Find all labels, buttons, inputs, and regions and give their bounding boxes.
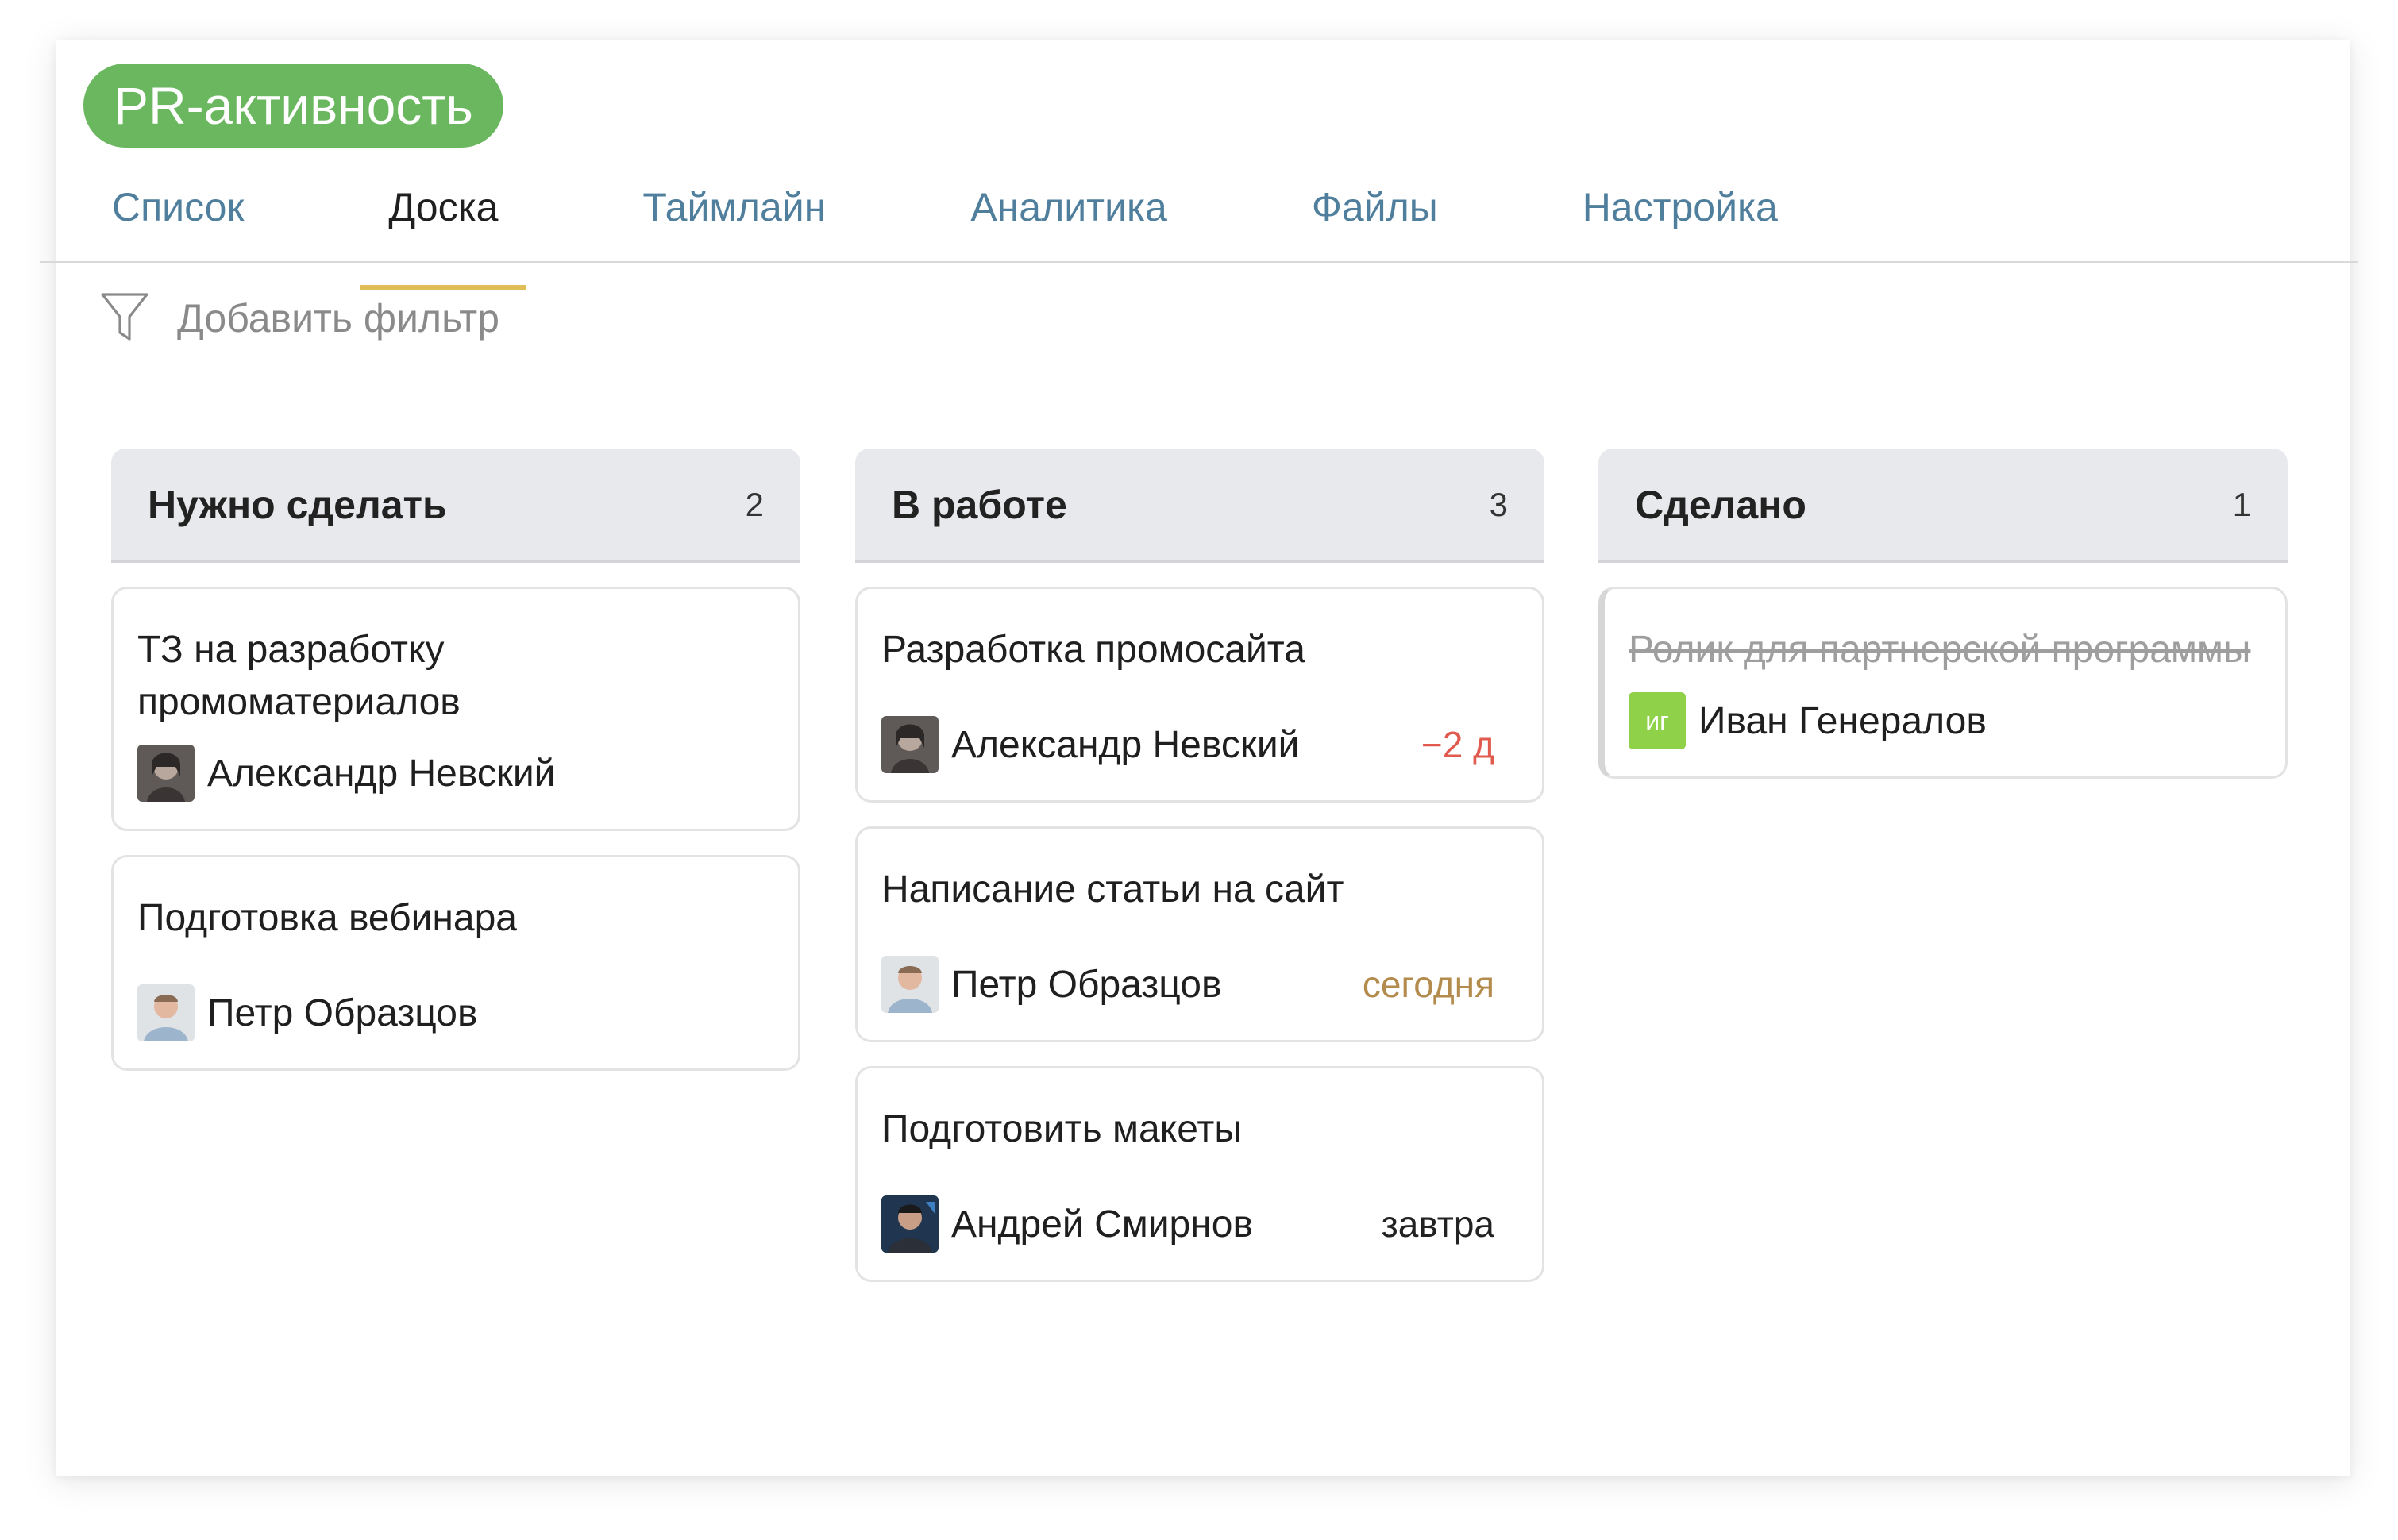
task-card[interactable]: Ролик для партнерской программы иг Иван …	[1598, 587, 2288, 779]
task-footer: Петр Образцов	[137, 981, 774, 1045]
task-title: Подготовить макеты	[881, 1108, 1242, 1150]
due-date-label: −2 д	[1421, 724, 1494, 765]
column-count: 1	[2232, 485, 2251, 523]
column-count: 3	[1489, 485, 1508, 523]
tab-files[interactable]: Файлы	[1283, 179, 1467, 264]
task-card[interactable]: Написание статьи на сайт Петр Образцов с…	[855, 826, 1544, 1042]
avatar	[881, 716, 939, 773]
assignee-name: Петр Образцов	[207, 991, 478, 1034]
task-card[interactable]: Разработка промосайта Александр Невский …	[855, 587, 1544, 803]
assignee-name: Иван Генералов	[1698, 699, 1987, 742]
column-todo: Нужно сделать 2 ТЗ на разработку промома…	[111, 449, 800, 1095]
column-title: Сделано	[1635, 482, 1806, 527]
project-name-badge[interactable]: PR-активность	[83, 64, 503, 148]
assignee-name: Александр Невский	[951, 723, 1300, 766]
tab-board[interactable]: Доска	[360, 179, 527, 290]
add-filter-label: Добавить фильтр	[177, 296, 499, 341]
column-in-progress: В работе 3 Разработка промосайта Алексан…	[855, 449, 1544, 1306]
task-card[interactable]: Подготовка вебинара Петр Образцов	[111, 855, 800, 1071]
column-header[interactable]: В работе 3	[855, 449, 1544, 563]
due-date-label: завтра	[1381, 1203, 1494, 1245]
task-title: Ролик для партнерской программы	[1629, 629, 2251, 671]
column-title: Нужно сделать	[148, 482, 447, 527]
column-done: Сделано 1 Ролик для партнерской программ…	[1598, 449, 2288, 803]
add-filter-button[interactable]: Добавить фильтр	[99, 290, 499, 347]
column-title: В работе	[892, 482, 1067, 527]
tabs-divider	[40, 261, 2358, 263]
avatar	[881, 956, 939, 1013]
task-footer: Петр Образцов сегодня	[881, 953, 1518, 1016]
column-header[interactable]: Нужно сделать 2	[111, 449, 800, 563]
task-title: Написание статьи на сайт	[881, 868, 1344, 911]
assignee-name: Александр Невский	[207, 752, 556, 795]
assignee-name: Андрей Смирнов	[951, 1203, 1253, 1245]
tab-settings[interactable]: Настройка	[1554, 179, 1806, 264]
task-footer: Андрей Смирнов завтра	[881, 1192, 1518, 1256]
column-count: 2	[745, 485, 764, 523]
task-card[interactable]: ТЗ на разработку промоматериалов Алексан…	[111, 587, 800, 831]
avatar	[881, 1195, 939, 1253]
tab-timeline[interactable]: Таймлайн	[614, 179, 854, 264]
task-title: ТЗ на разработку промоматериалов	[137, 629, 461, 723]
task-card[interactable]: Подготовить макеты Андрей Смирнов завтра	[855, 1066, 1544, 1282]
tab-analytics[interactable]: Аналитика	[942, 179, 1196, 264]
task-title: Подготовка вебинара	[137, 897, 517, 939]
column-header[interactable]: Сделано 1	[1598, 449, 2288, 563]
task-footer: Александр Невский	[137, 741, 774, 805]
avatar	[137, 984, 195, 1041]
assignee-name: Петр Образцов	[951, 963, 1222, 1006]
task-footer: иг Иван Генералов	[1629, 689, 2261, 753]
task-footer: Александр Невский −2 д	[881, 713, 1518, 776]
funnel-icon	[101, 293, 148, 341]
tab-list[interactable]: Список	[83, 179, 272, 264]
due-date-label: сегодня	[1362, 964, 1494, 1005]
avatar: иг	[1629, 692, 1686, 749]
task-title: Разработка промосайта	[881, 629, 1305, 671]
view-tabs: Список Доска Таймлайн Аналитика Файлы На…	[83, 179, 1894, 290]
avatar	[137, 745, 195, 802]
